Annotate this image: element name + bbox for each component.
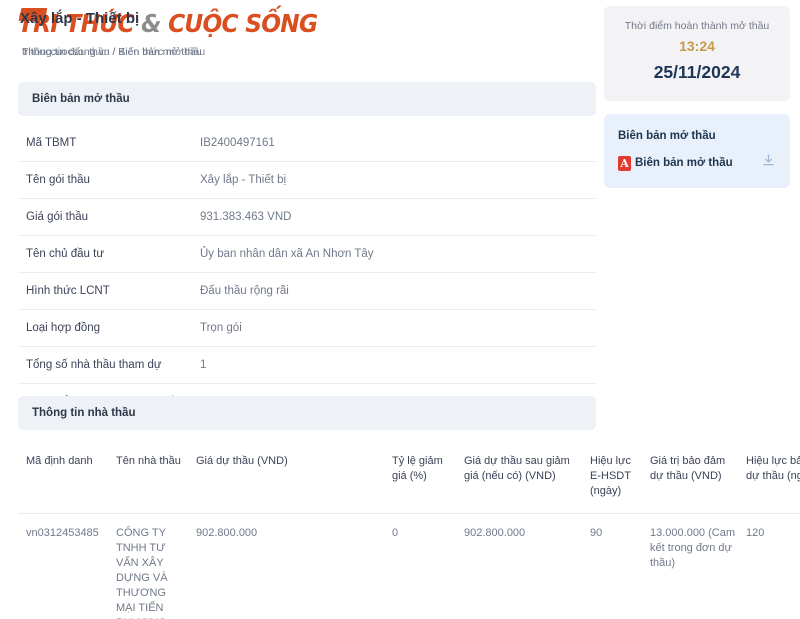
field-label: Giá gói thầu — [26, 211, 89, 223]
field-value: Ủy ban nhân dân xã An Nhơn Tây — [200, 248, 374, 260]
cell-discount-rate: 0 — [392, 527, 399, 539]
field-value: 1 — [200, 359, 207, 371]
cell-ehsdt-validity: 90 — [590, 527, 603, 539]
page-title: Xây lắp - Thiết bị — [20, 10, 140, 27]
cell-id: vn0312453485 — [26, 527, 99, 539]
field-row: Tổng số nhà thầu tham dự 1 — [18, 347, 596, 384]
page-root: TRI THỨC & CUỘC SỐNG Xây lắp - Thiết bị … — [0, 0, 800, 619]
download-icon[interactable] — [761, 153, 776, 173]
opening-time-card: Thời điểm hoàn thành mở thầu 13:24 25/11… — [604, 6, 790, 101]
column-header-ehsdt-validity: Hiệu lực E-HSDT (ngày) — [590, 440, 650, 514]
cell-name: CÔNG TY TNHH TƯ VẤN XÂY DỰNG VÀ THƯƠNG M… — [116, 527, 168, 619]
opening-date-value: 25/11/2024 — [653, 62, 741, 82]
cell-guarantee-value: 13.000.000 (Cam kết trong đơn dự thầu) — [650, 527, 735, 569]
column-header-guarantee-validity: Hiệu lực bảo đảm dự thầu (ngày) — [746, 440, 800, 514]
field-label: Tổng số nhà thầu tham dự — [26, 359, 162, 371]
breadcrumb-line-secondary[interactable]: trithuccuocsong.vn / Biên bản mở thầu — [22, 45, 202, 59]
field-value: Xây lắp - Thiết bị — [200, 174, 287, 186]
field-row: Mã TBMT IB2400497161 — [18, 125, 596, 162]
document-card: Biên bản mở thầu Biên bản mở thầu — [604, 114, 790, 188]
cell-guarantee-validity: 120 — [746, 527, 765, 539]
field-row: Hình thức LCNT Đấu thầu rộng rãi — [18, 273, 596, 310]
table-header-row: Mã định danh Tên nhà thầu Giá dự thầu (V… — [18, 440, 800, 514]
bidder-info-section: Thông tin nhà thầu Mã định danh Tên nhà … — [18, 396, 800, 619]
bidder-info-header: Thông tin nhà thầu — [18, 396, 596, 430]
column-header-name: Tên nhà thầu — [116, 440, 196, 514]
pdf-icon — [618, 155, 631, 171]
field-label: Mã TBMT — [26, 137, 77, 149]
bidder-table-head: Mã định danh Tên nhà thầu Giá dự thầu (V… — [18, 440, 800, 514]
field-row: Tên chủ đầu tư Ủy ban nhân dân xã An Nhơ… — [18, 236, 596, 273]
bid-record-header: Biên bản mở thầu — [18, 82, 596, 116]
cell-price-after-discount: 902.800.000 — [464, 527, 526, 539]
field-label: Tên gói thầu — [26, 174, 90, 186]
bid-record-section: Biên bản mở thầu Mã TBMT IB2400497161 Tê… — [18, 82, 596, 421]
field-label: Tên chủ đầu tư — [26, 248, 105, 260]
site-header: TRI THỨC & CUỘC SỐNG Xây lắp - Thiết bị … — [0, 0, 596, 72]
column-header-id: Mã định danh — [18, 440, 116, 514]
column-header-bid-price: Giá dự thầu (VND) — [196, 440, 392, 514]
right-rail: Thời điểm hoàn thành mở thầu 13:24 25/11… — [604, 6, 790, 188]
opening-time-value: 13:24 — [679, 38, 715, 54]
bid-record-field-list: Mã TBMT IB2400497161 Tên gói thầu Xây lắ… — [18, 125, 596, 421]
cell-bid-price: 902.800.000 — [196, 527, 258, 539]
field-row: Tên gói thầu Xây lắp - Thiết bị — [18, 162, 596, 199]
logo-ampersand: & — [141, 9, 161, 38]
column-header-price-after-discount: Giá dự thầu sau giảm giá (nếu có) (VND) — [464, 440, 590, 514]
document-file-label[interactable]: Biên bản mở thầu — [635, 155, 733, 171]
field-value: 931.383.463 VND — [200, 211, 292, 223]
field-value: Trọn gói — [200, 322, 242, 334]
field-row: Giá gói thầu 931.383.463 VND — [18, 199, 596, 236]
column-header-guarantee-value: Giá trị bảo đảm dự thầu (VND) — [650, 440, 746, 514]
field-value: IB2400497161 — [200, 137, 275, 149]
bidder-table: Mã định danh Tên nhà thầu Giá dự thầu (V… — [18, 440, 800, 619]
column-header-discount-rate: Tỷ lệ giảm giá (%) — [392, 440, 464, 514]
bidder-table-body: vn0312453485 CÔNG TY TNHH TƯ VẤN XÂY DỰN… — [18, 514, 800, 619]
field-label: Loại hợp đồng — [26, 322, 101, 334]
opening-time-label: Thời điểm hoàn thành mở thầu — [624, 20, 770, 32]
table-row: vn0312453485 CÔNG TY TNHH TƯ VẤN XÂY DỰN… — [18, 514, 800, 619]
document-download-row[interactable]: Biên bản mở thầu — [618, 153, 776, 173]
breadcrumb[interactable]: Thông tin đấu thầu / Kiến thức mở thầu t… — [22, 45, 442, 59]
logo-text-2: CUỘC SỐNG — [168, 9, 318, 38]
field-row: Loại hợp đồng Trọn gói — [18, 310, 596, 347]
field-label: Hình thức LCNT — [26, 285, 110, 297]
field-value: Đấu thầu rộng rãi — [200, 285, 289, 297]
document-card-title: Biên bản mở thầu — [618, 130, 716, 142]
